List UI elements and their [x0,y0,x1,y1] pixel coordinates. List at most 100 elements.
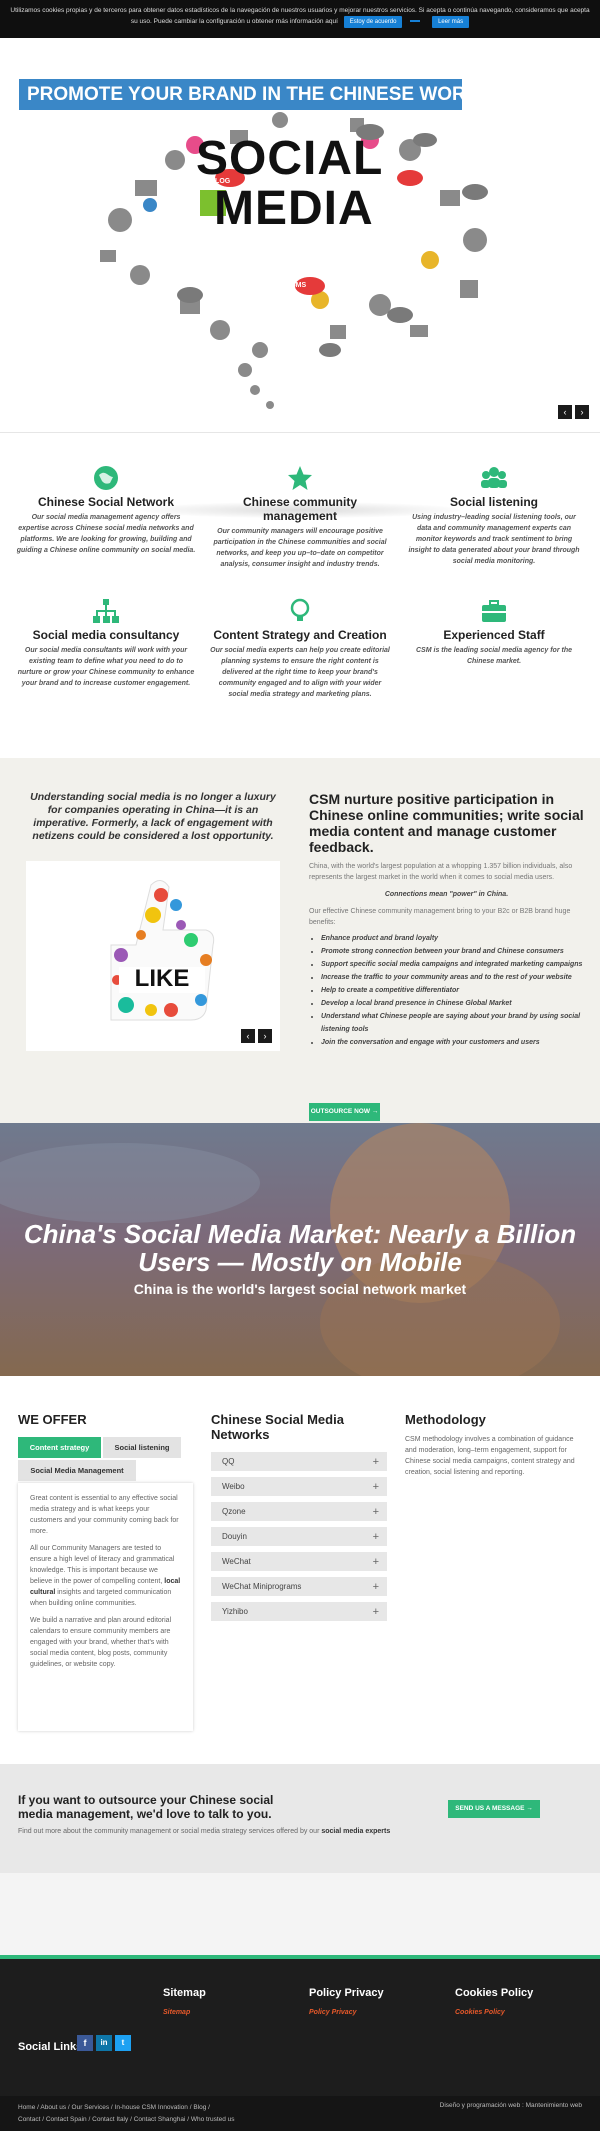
accordion-label: WeChat [222,1557,251,1566]
accordion-item[interactable]: Qzone + [211,1502,387,1524]
accordion-label: Qzone [222,1507,246,1516]
separator: / [189,2104,192,2111]
nurture-paragraph: Our effective Chinese community manageme… [309,908,571,926]
like-next-button[interactable]: › [258,1029,272,1043]
facebook-icon[interactable]: f [77,2035,93,2051]
tab-text: All our Community Managers are tested to… [30,1545,175,1585]
separator: / [208,2104,210,2111]
star-icon [287,465,313,491]
separator: / [110,2104,113,2111]
footer-nav-link[interactable]: Home [18,2104,35,2111]
footer-nav-link[interactable]: Contact Italy [92,2116,128,2123]
outsource-now-button[interactable]: OUTSOURCE NOW → [309,1103,380,1121]
tab-social-media-management[interactable]: Social Media Management [18,1460,136,1481]
feature-text: CSM is the leading social media agency f… [416,647,572,665]
cta-title: If you want to outsource your Chinese so… [18,1793,274,1821]
footer-link-privacy[interactable]: Policy Privacy [309,2009,356,2016]
footer-nav-link[interactable]: In-house CSM Innovation [115,2104,188,2111]
like-thumb-graphic [110,880,215,1021]
footer-link-cookies[interactable]: Cookies Policy [455,2009,505,2016]
list-item: Understand what Chinese people are sayin… [321,1010,584,1036]
accordion-item[interactable]: Douyin + [211,1527,387,1549]
accordion-label: Douyin [222,1532,247,1541]
list-item: Enhance product and brand loyalty [321,932,584,945]
tab-paragraph: We build a narrative and plan around edi… [30,1617,172,1668]
feature-title: Experienced Staff [443,628,545,642]
we-offer-title: WE OFFER [18,1412,87,1427]
feature-title: Social media consultancy [32,628,180,642]
footer-nav-link[interactable]: Who trusted us [191,2116,235,2123]
accordion-item[interactable]: Weibo + [211,1477,387,1499]
tab-panel: Great content is essential to any effect… [18,1483,193,1731]
list-item: Join the conversation and engage with yo… [321,1036,584,1049]
briefcase-icon [481,598,507,624]
benefits-list: Enhance product and brand loyalty Promot… [309,932,584,1049]
feature-text: Our community managers will encourage po… [213,528,387,568]
separator: / [187,2116,190,2123]
spacer-band [0,1873,600,1955]
footer-nav-link[interactable]: Contact Spain [46,2116,87,2123]
plus-icon: + [372,1606,379,1618]
like-word: LIKE [134,965,190,992]
sitemap-icon [93,598,119,624]
footer-nav-link[interactable]: Contact Shanghai [134,2116,186,2123]
like-prev-button[interactable]: ‹ [241,1029,255,1043]
accordion-item[interactable]: Yizhibo + [211,1602,387,1624]
twitter-icon[interactable]: t [115,2035,131,2051]
hero-slider: PROMOTE YOUR BRAND IN THE CHINESE WORLD … [0,38,600,518]
banner-subtitle: China is the world's largest social netw… [133,1281,467,1297]
linkedin-icon[interactable]: in [96,2035,112,2051]
nurture-content: CSM nurture positive participation in Ch… [309,791,584,1049]
nurture-title: CSM nurture positive participation in Ch… [309,791,584,855]
cookie-more-button[interactable]: Leer más [432,16,470,28]
footer-nav-link[interactable]: Blog [193,2104,206,2111]
plus-icon: + [372,1456,379,1468]
users-icon [481,465,507,491]
footer-nav-link[interactable]: Our Services [72,2104,110,2111]
accordion-item[interactable]: QQ + [211,1452,387,1474]
tab-social-listening[interactable]: Social listening [103,1437,181,1458]
feature-card: Social listening Using industry–leading … [404,465,584,567]
cookie-accept-button[interactable]: Estoy de acuerdo [343,16,403,28]
bubble-sms-label: SMS [291,282,307,289]
hero-next-button[interactable]: › [575,405,589,419]
plus-icon: + [372,1531,379,1543]
list-item: Help to create a competitive differentia… [321,984,584,997]
contact-cta-section: If you want to outsource your Chinese so… [0,1764,600,1873]
list-item: Support specific social media campaigns … [321,958,584,971]
feature-card: Chinese community management Our communi… [210,465,390,570]
accordion-item[interactable]: WeChat Miniprograms + [211,1577,387,1599]
cta-text: Find out more about the community manage… [18,1826,398,1837]
feature-card: Experienced Staff CSM is the leading soc… [404,598,584,667]
sub-footer: Home / About us / Our Services / In-hous… [0,2096,600,2131]
plus-icon: + [372,1556,379,1568]
methodology-text: CSM methodology involves a combination o… [405,1436,575,1476]
credit-text[interactable]: Diseño y programación web : Mantenimient… [440,2102,582,2109]
feature-text: Our social media experts can help you cr… [210,647,390,698]
footer-col-title: Policy Privacy [309,1987,384,1999]
separator: / [42,2116,45,2123]
feature-card: Chinese Social Network Our social media … [16,465,196,556]
nurture-paragraph: China, with the world's largest populati… [309,863,573,881]
quote-text: Understanding social media is no longer … [30,791,276,842]
separator: / [37,2104,39,2111]
send-message-button[interactable]: SEND US A MESSAGE → [448,1800,540,1818]
feature-title: Content Strategy and Creation [213,628,387,642]
tab-paragraph: All our Community Managers are tested to… [30,1543,181,1609]
footer-nav: Home / About us / Our Services / In-hous… [18,2102,328,2126]
cookie-divider [410,20,421,23]
social-links-title: Social Links [18,2041,83,2053]
methodology-title: Methodology [405,1412,486,1427]
footer-nav-link[interactable]: About us [40,2104,66,2111]
hero-prev-button[interactable]: ‹ [558,405,572,419]
feature-title: Chinese community management [242,495,358,523]
footer-nav-link[interactable]: Contact [18,2116,40,2123]
accordion-item[interactable]: WeChat + [211,1552,387,1574]
tab-content-strategy[interactable]: Content strategy [18,1437,101,1458]
nurture-center-text: Connections mean "power" in China. [384,891,509,898]
footer-col-title: Cookies Policy [455,1987,534,1999]
footer-col-title: Sitemap [163,1987,206,1999]
feature-text: Using industry–leading social listening … [408,514,580,565]
footer-link-sitemap[interactable]: Sitemap [163,2009,190,2016]
feature-text: Our social media consultants will work w… [17,647,195,687]
